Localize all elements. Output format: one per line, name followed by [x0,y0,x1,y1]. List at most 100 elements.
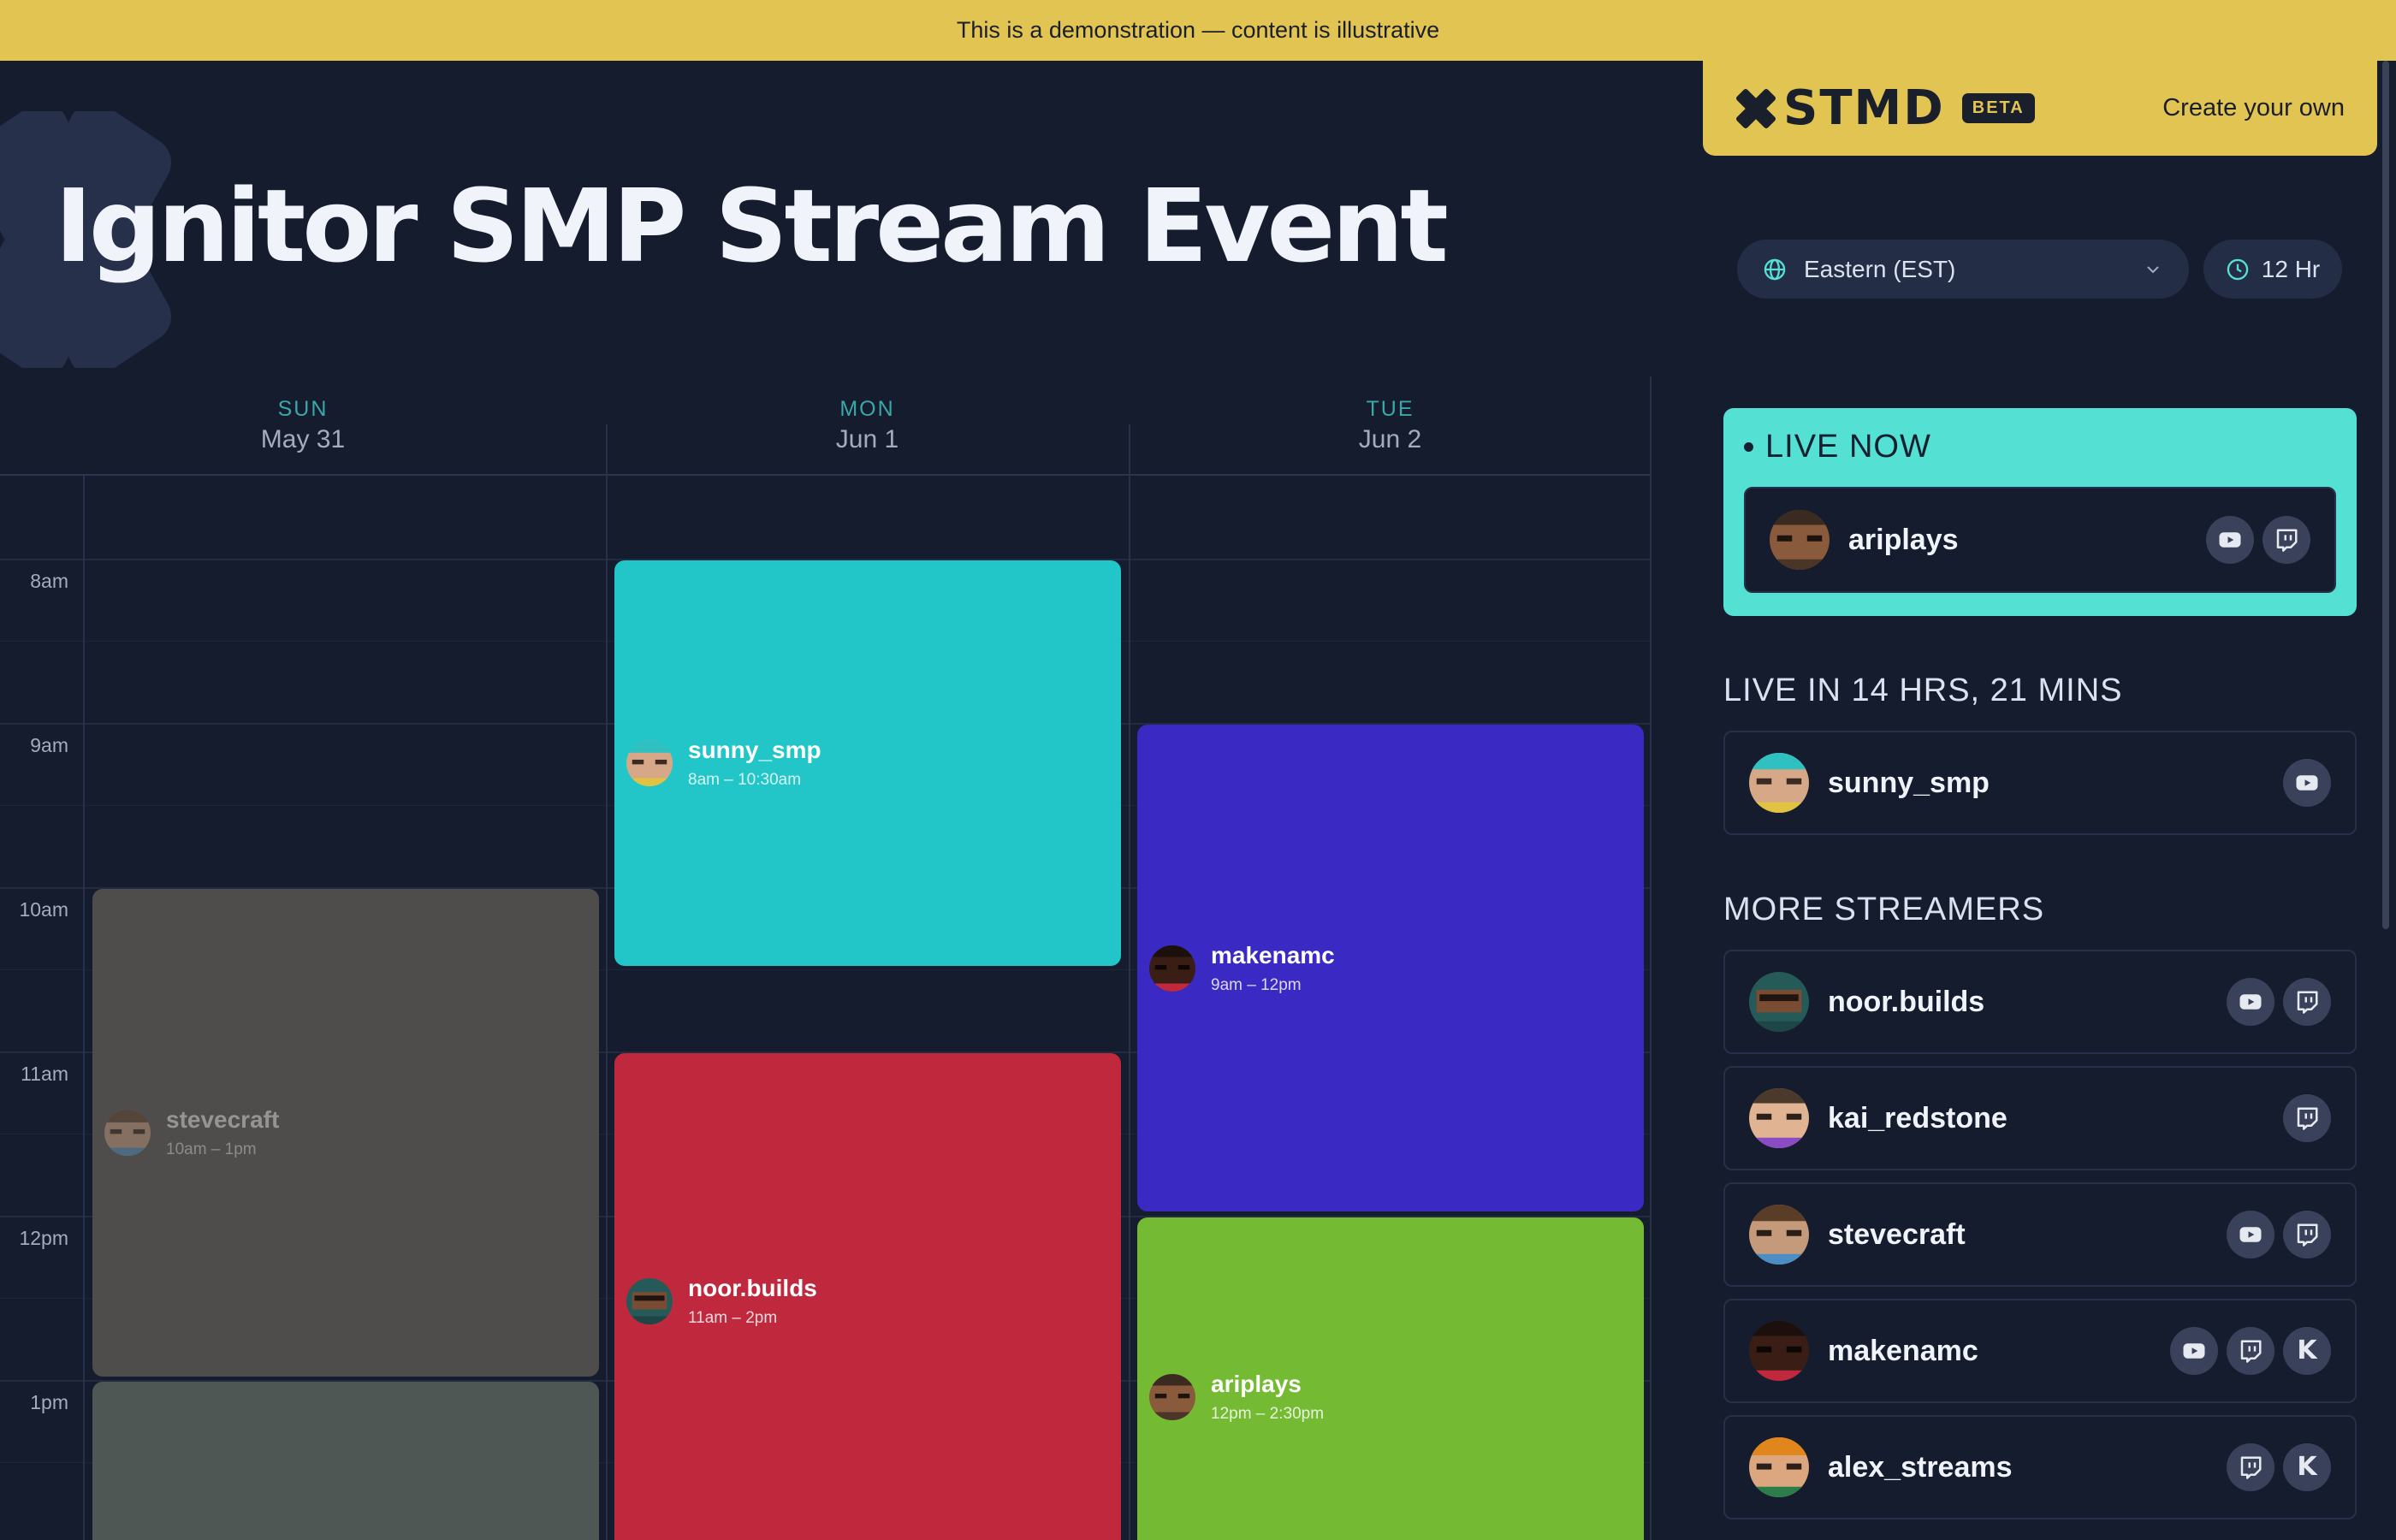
upcoming-heading: LIVE IN 14 HRS, 21 MINS [1723,672,2123,708]
avatar [1149,945,1195,992]
event-time: 8am – 10:30am [688,771,802,789]
event-streamer-name: sunny_smp [688,737,821,763]
clock-format-toggle[interactable]: 12 Hr [2203,240,2342,299]
youtube-icon[interactable] [2206,516,2254,564]
platform-links [2274,759,2331,807]
live-now-title: LIVE NOW [1765,428,1931,465]
avatar [1749,1088,1809,1148]
brand-card: STMD BETA Create your own [1703,61,2377,156]
streamer-row-kai-redstone[interactable]: kai_redstone [1723,1066,2357,1170]
live-streamer-row[interactable]: ariplays [1744,487,2336,593]
globe-icon [1764,258,1786,280]
twitch-icon[interactable] [2263,516,2310,564]
youtube-icon[interactable] [2227,1211,2274,1259]
avatar [1749,972,1809,1032]
youtube-icon[interactable] [2227,978,2274,1026]
time-label: 9am [30,734,68,756]
avatar [1770,510,1830,570]
streamer-row-noor-builds[interactable]: noor.builds [1723,950,2357,1054]
logo-wordmark[interactable]: STMD [1783,84,1945,133]
youtube-icon[interactable] [2283,759,2331,807]
twitch-icon[interactable] [2283,978,2331,1026]
event-unlabeled[interactable] [92,1382,599,1540]
day-header-tue: TUE Jun 2 [1129,376,1652,476]
event-streamer-name: makenamc [1211,941,1335,968]
x-logo-icon[interactable] [1734,86,1778,131]
avatar [1749,1437,1809,1497]
streamer-name: makenamc [1828,1334,1978,1367]
timezone-select[interactable]: Eastern (EST) [1737,240,2189,299]
kick-icon[interactable]: K [2283,1327,2331,1375]
streamer-row-stevecraft[interactable]: stevecraft [1723,1182,2357,1287]
beta-badge: BETA [1961,93,2035,123]
time-label: 11am [21,1063,68,1085]
twitch-icon[interactable] [2283,1094,2331,1142]
twitch-icon[interactable] [2227,1443,2274,1491]
time-gutter-divider [83,476,85,1540]
avatar [104,1110,151,1156]
streamer-name: sunny_smp [1828,766,1990,799]
page-title: Ignitor SMP Stream Event [55,167,1449,285]
event-makenamc[interactable]: makenamc 9am – 12pm [1137,725,1644,1211]
platform-links [2218,978,2331,1026]
clock-icon [2227,258,2249,280]
timezone-value: Eastern (EST) [1804,255,1956,282]
calendar-right-border [1650,376,1652,1540]
platform-links: K [2218,1443,2331,1491]
event-time: 10am – 1pm [166,1140,257,1158]
avatar [1749,753,1809,813]
event-sunny-smp[interactable]: sunny_smp 8am – 10:30am [614,560,1121,966]
column-divider [1129,424,1130,1540]
time-label: 1pm [30,1391,68,1413]
day-header-mon: MON Jun 1 [606,376,1129,476]
avatar [626,740,673,786]
streamer-row-makenamc[interactable]: makenamc K [1723,1299,2357,1403]
streamer-name: ariplays [1848,523,1959,556]
event-stevecraft[interactable]: stevecraft 10am – 1pm [92,889,599,1377]
day-date: Jun 2 [1358,425,1422,453]
more-streamers-heading: MORE STREAMERS [1723,891,2045,927]
live-now-card: LIVE NOW ariplays [1723,408,2357,616]
schedule-calendar: SUN May 31 MON Jun 1 TUE Jun 2 8am 9am 1… [0,376,1652,1540]
platform-links [2218,1211,2331,1259]
day-header-sun: SUN May 31 [0,376,606,476]
column-divider [606,424,608,1540]
chevron-down-icon [2147,265,2159,273]
day-of-week: MON [839,397,895,421]
streamer-name: kai_redstone [1828,1101,2008,1134]
avatar [626,1278,673,1324]
event-time: 12pm – 2:30pm [1211,1405,1325,1423]
avatar [1149,1374,1195,1420]
demo-banner: This is a demonstration — content is ill… [0,0,2396,61]
streamer-row-alex-streams[interactable]: alex_streams K [1723,1415,2357,1519]
create-your-own-link[interactable]: Create your own [2162,94,2345,122]
day-date: Jun 1 [835,425,899,453]
demo-banner-text: This is a demonstration — content is ill… [956,17,1440,43]
twitch-icon[interactable] [2227,1327,2274,1375]
avatar [1749,1205,1809,1265]
streamer-name: noor.builds [1828,985,1985,1018]
upcoming-streamer-row[interactable]: sunny_smp [1723,731,2357,835]
twitch-icon[interactable] [2283,1211,2331,1259]
kick-icon[interactable]: K [2283,1443,2331,1491]
time-label: 10am [19,898,68,921]
kick-letter: K [2297,1336,2317,1365]
day-of-week: SUN [277,397,329,421]
youtube-icon[interactable] [2170,1327,2218,1375]
day-of-week: TUE [1366,397,1414,421]
kick-letter: K [2297,1452,2317,1482]
live-indicator-dot [1744,441,1753,452]
event-streamer-name: ariplays [1211,1371,1302,1397]
platform-links [2274,1094,2331,1142]
live-now-heading: LIVE NOW [1744,429,2336,465]
event-streamer-name: noor.builds [688,1275,817,1301]
event-ariplays[interactable]: ariplays 12pm – 2:30pm [1137,1217,1644,1540]
event-streamer-name: stevecraft [166,1106,280,1133]
streamer-name: stevecraft [1828,1217,1966,1251]
time-label: 12pm [19,1227,68,1249]
day-date: May 31 [260,425,346,453]
streamer-name: alex_streams [1828,1450,2013,1484]
time-label: 8am [30,570,68,592]
event-noor-builds[interactable]: noor.builds 11am – 2pm [614,1053,1121,1540]
page-scrollbar[interactable] [2382,61,2389,929]
